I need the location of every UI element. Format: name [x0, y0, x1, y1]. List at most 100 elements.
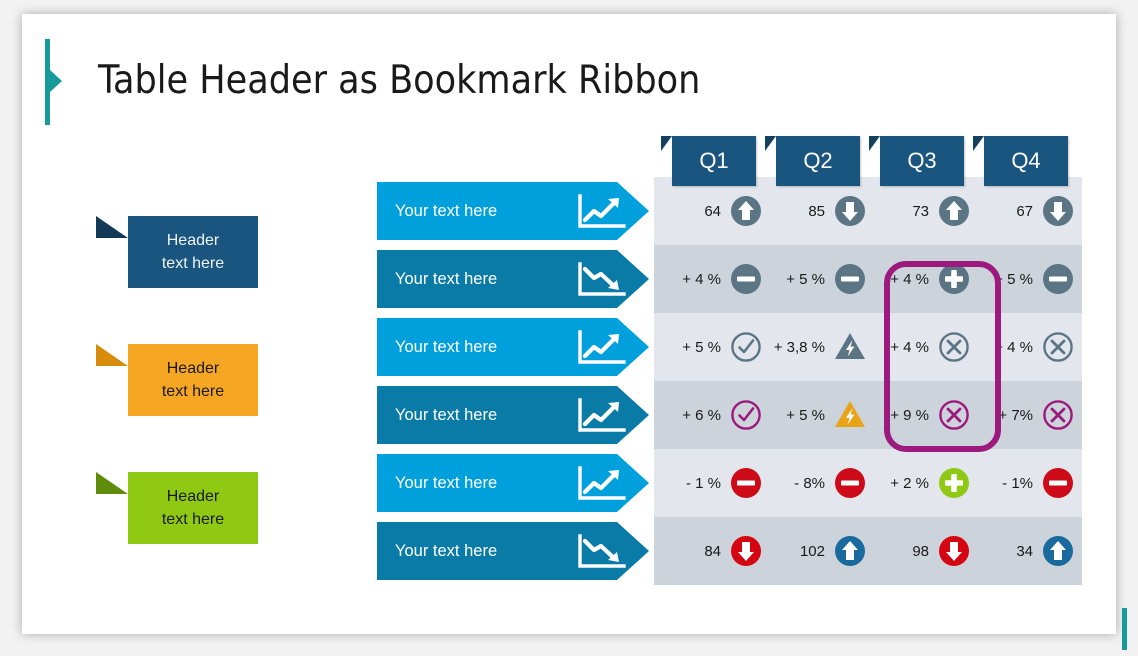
page-title: Table Header as Bookmark Ribbon — [98, 58, 701, 103]
chart-down-icon — [578, 534, 626, 568]
bookmark-header-1[interactable]: Header text here — [96, 216, 258, 288]
bookmark-label: Header text here — [128, 472, 258, 544]
cell-status-icon — [834, 399, 866, 431]
bookmark-fold — [96, 344, 128, 366]
minus-circle-icon — [835, 468, 865, 498]
cell-value: + 5 % — [786, 270, 825, 288]
plus-circle-icon — [939, 468, 969, 498]
cell-value: - 8% — [794, 474, 825, 492]
bookmark-fold — [96, 472, 128, 494]
table-cell: 34 — [970, 517, 1074, 585]
chart-up-icon — [578, 466, 626, 500]
arrow-down-circle-icon — [731, 536, 761, 566]
row-label-text: Your text here — [395, 269, 498, 288]
arrow-down-circle-icon — [835, 196, 865, 226]
cell-value: + 5 % — [682, 338, 721, 356]
row-label-banner[interactable]: Your text here — [377, 182, 649, 240]
table-cell: - 1% — [970, 449, 1074, 517]
table-cell: + 4 % — [658, 245, 762, 313]
cell-value: - 1% — [1002, 474, 1033, 492]
arrow-up-circle-icon — [835, 536, 865, 566]
row-label-banner[interactable]: Your text here — [377, 318, 649, 376]
table-cell: + 2 % — [866, 449, 970, 517]
table-cell: + 6 % — [658, 381, 762, 449]
cell-status-icon — [834, 535, 866, 567]
row-label-text: Your text here — [395, 337, 498, 356]
cell-value: + 7% — [998, 406, 1033, 424]
row-trend-icon — [578, 534, 626, 569]
chart-up-icon — [578, 330, 626, 364]
cell-value: 84 — [704, 542, 721, 560]
cell-status-icon — [730, 263, 762, 295]
accent-arrow-icon — [50, 70, 62, 92]
cell-status-icon — [834, 467, 866, 499]
cell-status-icon — [730, 399, 762, 431]
row-trend-icon — [578, 262, 626, 297]
row-trend-icon — [578, 466, 626, 501]
table-cell: 67 — [970, 177, 1074, 245]
chart-up-icon — [578, 194, 626, 228]
check-circle-outline-icon — [731, 400, 761, 430]
cell-status-icon — [834, 195, 866, 227]
table-cell: - 8% — [762, 449, 866, 517]
row-label-banner[interactable]: Your text here — [377, 454, 649, 512]
cell-status-icon — [730, 195, 762, 227]
minus-circle-icon — [731, 468, 761, 498]
bookmark-header-3[interactable]: Header text here — [96, 472, 258, 544]
row-trend-icon — [578, 398, 626, 433]
cell-status-icon — [1042, 195, 1074, 227]
minus-circle-icon — [835, 264, 865, 294]
slide-canvas: Table Header as Bookmark Ribbon Header t… — [0, 0, 1138, 656]
bookmark-label-line2: text here — [161, 255, 225, 272]
table-cell: 98 — [866, 517, 970, 585]
row-label-text: Your text here — [395, 473, 498, 492]
cell-value: + 3,8 % — [773, 338, 825, 356]
slide: Table Header as Bookmark Ribbon Header t… — [22, 14, 1127, 650]
cell-value: + 6 % — [682, 406, 721, 424]
row-label-banner[interactable]: Your text here — [377, 522, 649, 580]
warning-bolt-triangle-icon — [835, 401, 865, 427]
cell-status-icon — [730, 535, 762, 567]
cell-value: 102 — [799, 542, 825, 560]
cell-status-icon — [730, 331, 762, 363]
pen-annotation-rounded-rect — [884, 261, 1001, 452]
cell-value: + 2 % — [890, 474, 929, 492]
bookmark-fold — [96, 216, 128, 238]
cell-status-icon — [834, 263, 866, 295]
cell-status-icon — [834, 331, 866, 363]
table-cell: 102 — [762, 517, 866, 585]
bookmark-label-line1: Header — [166, 359, 220, 377]
arrow-up-circle-icon — [731, 196, 761, 226]
arrow-up-circle-icon — [1043, 536, 1073, 566]
table-cell: + 5 % — [762, 245, 866, 313]
accent-bar-right — [1122, 608, 1127, 650]
arrow-up-circle-icon — [939, 196, 969, 226]
bookmark-header-2[interactable]: Header text here — [96, 344, 258, 416]
cell-value: 34 — [1016, 542, 1033, 560]
chart-down-icon — [578, 262, 626, 296]
row-label-text: Your text here — [395, 541, 498, 560]
bookmark-label: Header text here — [128, 344, 258, 416]
pen-annotation-tail — [884, 340, 893, 370]
cell-value: 64 — [704, 202, 721, 220]
table-cell: 85 — [762, 177, 866, 245]
table-cell: 84 — [658, 517, 762, 585]
cell-value: 98 — [912, 542, 929, 560]
cell-status-icon — [1042, 535, 1074, 567]
row-trend-icon — [578, 330, 626, 365]
arrow-down-circle-icon — [939, 536, 969, 566]
row-label-banner[interactable]: Your text here — [377, 250, 649, 308]
row-label-banner[interactable]: Your text here — [377, 386, 649, 444]
minus-circle-icon — [1043, 468, 1073, 498]
column-header-fold — [869, 136, 880, 151]
bookmark-label-line2: text here — [161, 383, 225, 400]
table-cell: 64 — [658, 177, 762, 245]
column-header-fold — [973, 136, 984, 151]
cell-status-icon — [938, 535, 970, 567]
cell-value: + 5 % — [786, 406, 825, 424]
row-label-text: Your text here — [395, 405, 498, 424]
cell-status-icon — [1042, 331, 1074, 363]
column-header-fold — [661, 136, 672, 151]
bookmark-label-line2: text here — [161, 511, 225, 528]
column-header-fold — [765, 136, 776, 151]
